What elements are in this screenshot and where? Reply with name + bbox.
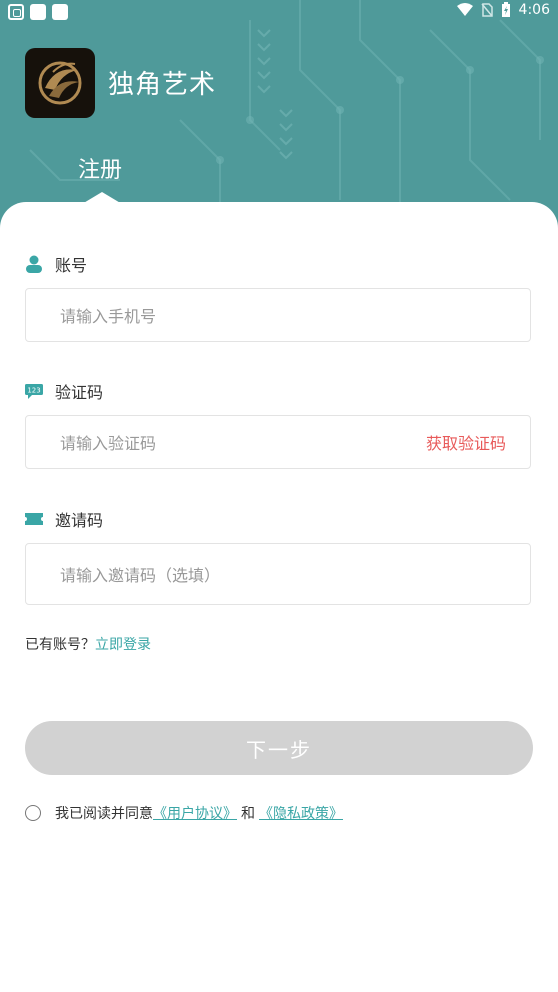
code-label: 验证码 xyxy=(55,383,104,402)
battery-charging-icon xyxy=(501,2,510,17)
agreement-prefix: 我已阅读并同意 xyxy=(55,806,153,822)
person-icon xyxy=(26,255,42,273)
wifi-icon xyxy=(456,3,473,16)
login-prompt: 已有账号？ xyxy=(25,637,95,653)
notification-icon xyxy=(52,4,68,20)
status-bar: 4:06 xyxy=(0,0,558,24)
account-label: 账号 xyxy=(55,256,88,275)
invite-label: 邀请码 xyxy=(55,511,104,530)
notification-icon xyxy=(30,4,46,20)
login-link[interactable]: 立即登录 xyxy=(95,637,151,653)
account-label-row: 账号 xyxy=(25,252,87,276)
code-field[interactable]: 获取验证码 xyxy=(25,415,531,470)
notification-icons xyxy=(8,4,68,20)
agreement-and: 和 xyxy=(241,806,255,822)
app-name: 独角艺术 xyxy=(108,70,217,100)
invite-code-input[interactable] xyxy=(58,544,402,606)
horn-logo-icon xyxy=(38,61,82,105)
user-agreement-link[interactable]: 《用户协议》 xyxy=(153,803,237,823)
ticket-icon xyxy=(25,513,43,525)
privacy-policy-link[interactable]: 《隐私政策》 xyxy=(259,803,343,823)
no-sim-icon xyxy=(480,3,493,17)
app-notification-icon xyxy=(8,4,24,20)
verification-code-input[interactable] xyxy=(58,416,402,470)
login-prompt-row: 已有账号？立即登录 xyxy=(25,634,151,654)
code-label-row: 123 验证码 xyxy=(25,379,103,403)
invite-label-row: 邀请码 xyxy=(25,507,103,531)
agreement-checkbox[interactable] xyxy=(25,805,41,821)
tab-register[interactable]: 注册 xyxy=(78,152,122,184)
get-code-button[interactable]: 获取验证码 xyxy=(426,430,506,454)
account-field[interactable] xyxy=(25,288,531,343)
invite-field[interactable] xyxy=(25,543,531,606)
phone-input[interactable] xyxy=(58,289,402,343)
code-123-icon: 123 xyxy=(25,384,43,399)
tab-indicator xyxy=(82,192,122,204)
system-icons: 4:06 xyxy=(456,2,550,18)
clock: 4:06 xyxy=(518,2,550,18)
app-logo xyxy=(25,48,95,118)
agreement-row: 我已阅读并同意 《用户协议》 和 《隐私政策》 xyxy=(25,803,343,823)
next-step-button[interactable]: 下一步 xyxy=(25,721,533,775)
svg-text:123: 123 xyxy=(27,387,40,395)
